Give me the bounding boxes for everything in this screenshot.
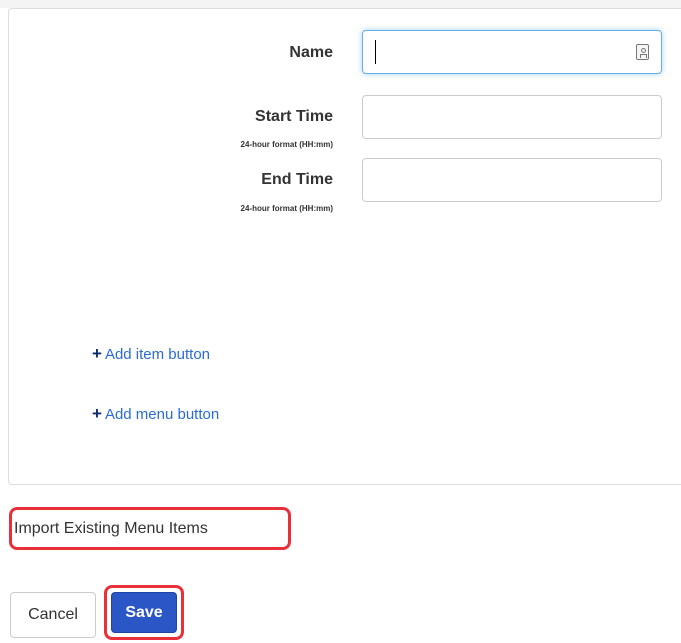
top-strip	[0, 0, 681, 8]
start-time-label: Start Time	[255, 108, 333, 125]
name-input[interactable]	[362, 30, 662, 74]
save-button-label: Save	[111, 592, 177, 633]
end-time-hint: 24-hour format (HH:mm)	[240, 204, 333, 213]
plus-icon: +	[92, 404, 102, 423]
text-caret	[375, 40, 376, 64]
end-time-label: End Time	[261, 171, 333, 188]
add-menu-link[interactable]: + Add menu button	[92, 405, 219, 423]
save-button[interactable]: Save	[104, 585, 184, 640]
import-existing-menu-items-button[interactable]: Import Existing Menu Items	[9, 507, 291, 550]
contact-card-icon[interactable]	[636, 44, 649, 60]
add-item-label: Add item button	[104, 346, 211, 363]
end-time-input[interactable]	[362, 158, 662, 202]
add-item-link[interactable]: + Add item button	[92, 345, 210, 363]
start-time-hint: 24-hour format (HH:mm)	[240, 140, 333, 149]
name-label: Name	[289, 44, 333, 61]
plus-icon: +	[92, 344, 102, 363]
start-time-input[interactable]	[362, 95, 662, 139]
add-menu-label: Add menu button	[104, 406, 220, 423]
cancel-button[interactable]: Cancel	[10, 592, 96, 638]
